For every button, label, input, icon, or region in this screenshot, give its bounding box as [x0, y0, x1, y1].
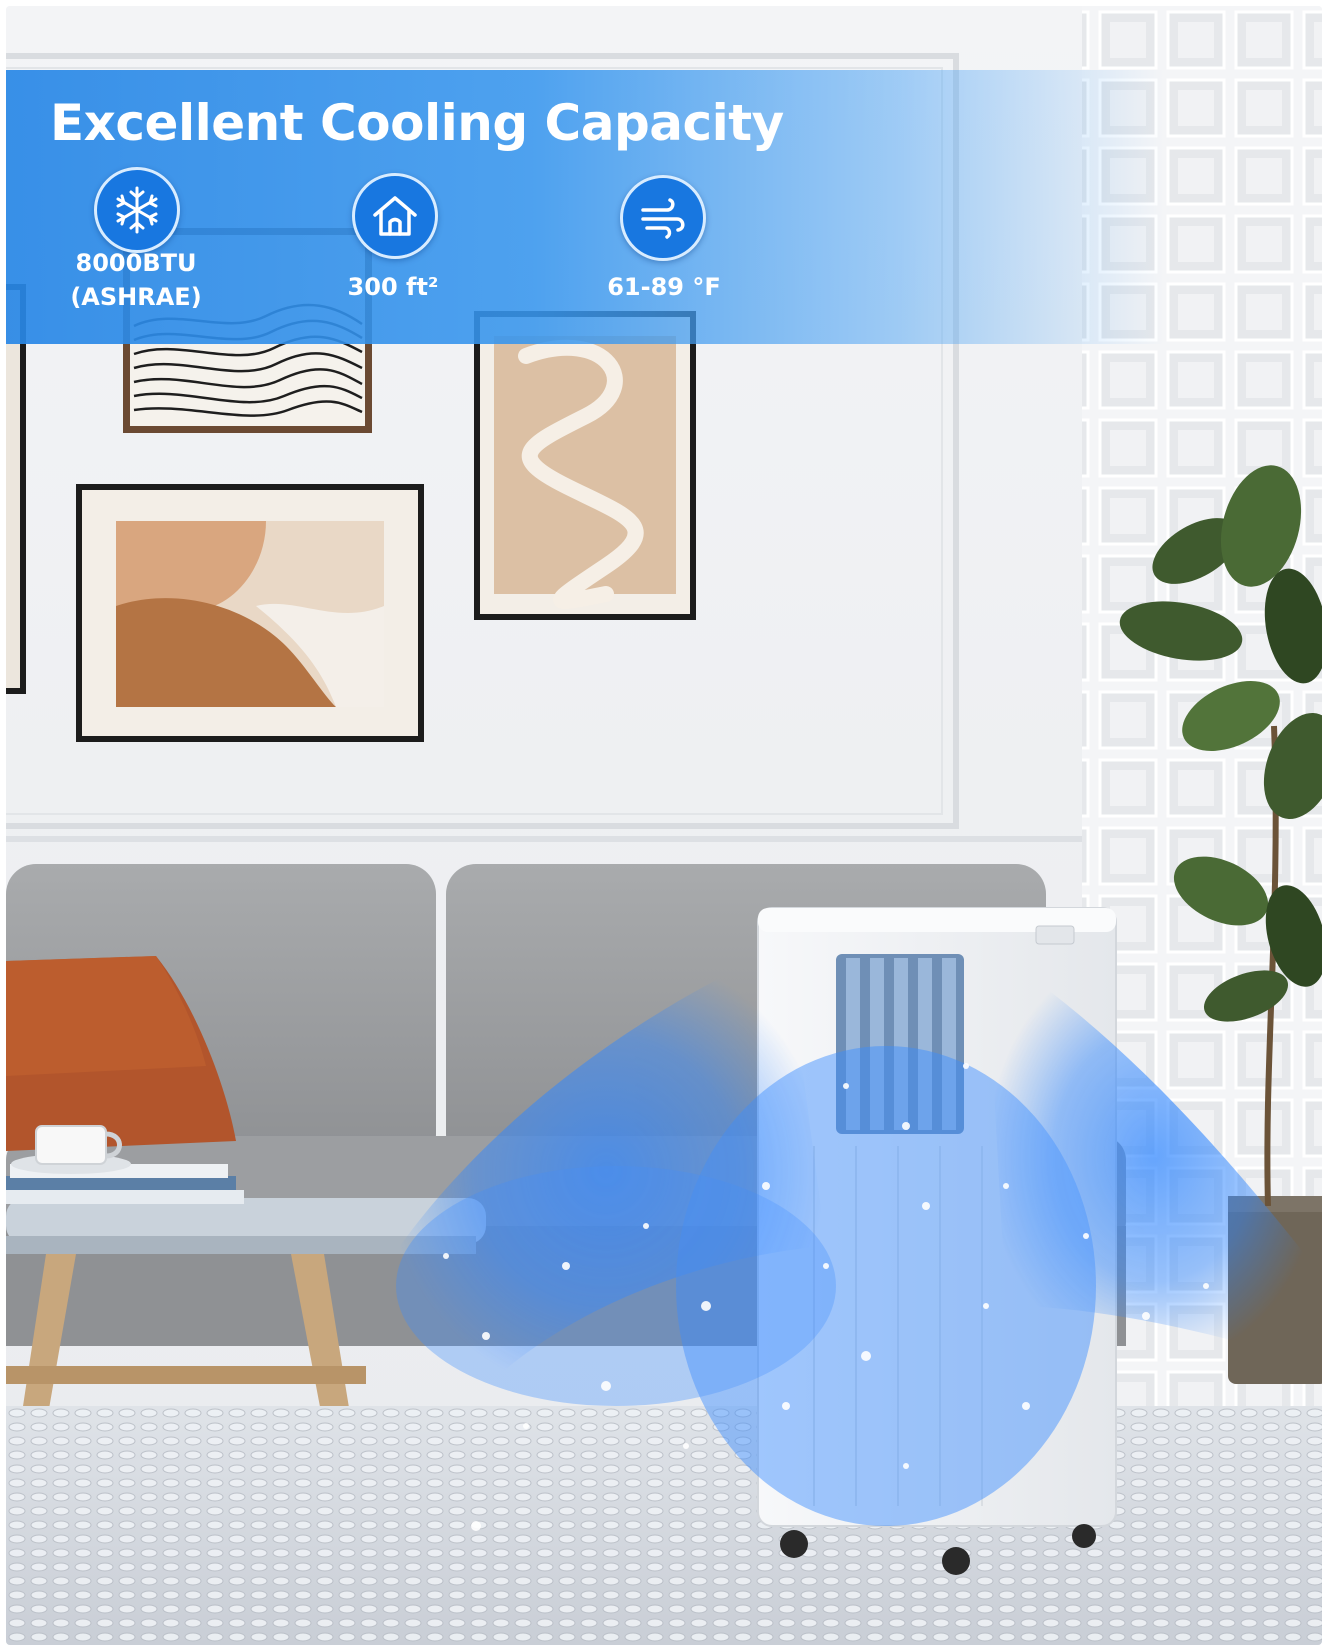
product-image: Excellent Cooling Capacity 8000BTU (ASHR… [6, 6, 1322, 1645]
wind-icon [620, 175, 706, 261]
spec-temp-label: 61-89 °F [607, 273, 721, 301]
snowflake-icon [94, 167, 180, 253]
house-icon [352, 173, 438, 259]
spec-area-label: 300 ft² [347, 273, 439, 301]
banner-title: Excellent Cooling Capacity [50, 94, 784, 152]
spec-btu-label: 8000BTU (ASHRAE) [58, 246, 214, 314]
spec-btu-value: 8000BTU [75, 249, 197, 277]
spec-btu-standard: (ASHRAE) [70, 283, 202, 311]
